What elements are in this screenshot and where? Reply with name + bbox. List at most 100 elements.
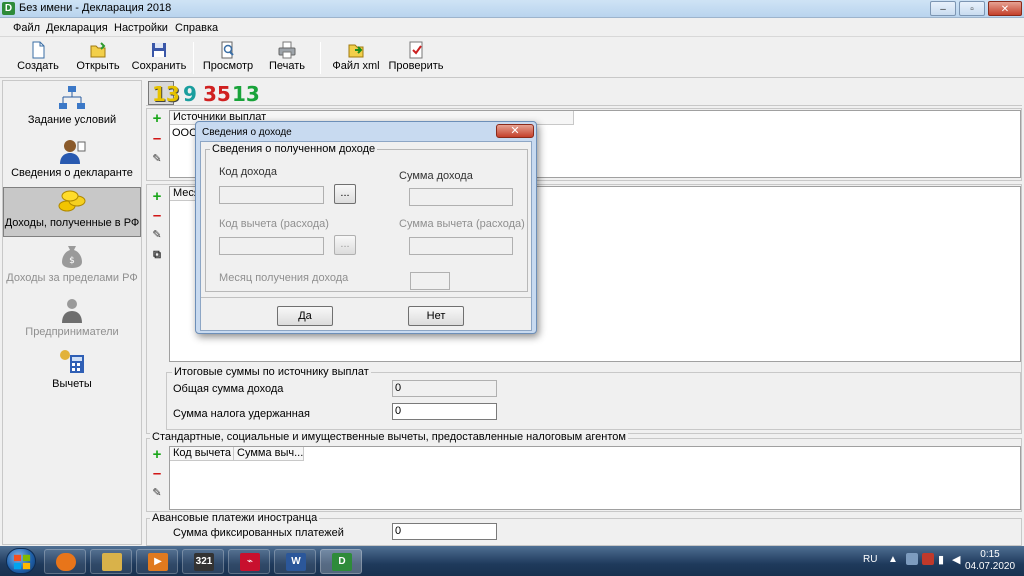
dialog-cancel-button[interactable]: Нет: [408, 306, 464, 326]
preview-icon: [221, 41, 234, 59]
calculator-icon: [60, 350, 84, 373]
toolbar-separator: [193, 42, 194, 74]
firefox-icon: [56, 553, 76, 571]
money-bag-icon: $: [62, 246, 82, 268]
tray-alert-icon[interactable]: [922, 553, 934, 565]
tax-withheld-label: Сумма налога удержанная: [173, 408, 310, 420]
rate-tab-13-second[interactable]: 13: [232, 82, 260, 106]
open-folder-icon: [90, 42, 106, 58]
edit-source-icon[interactable]: ✎: [150, 152, 164, 166]
month-field: [410, 272, 450, 290]
income-code-field[interactable]: [219, 186, 324, 204]
income-sum-field[interactable]: [409, 188, 513, 206]
taskbar-pdf[interactable]: ⌁: [228, 549, 270, 574]
menu-help[interactable]: Справка: [175, 22, 218, 34]
add-source-icon[interactable]: +: [150, 111, 164, 126]
file-explorer-icon: [102, 553, 122, 571]
rate-tab-13[interactable]: 13: [148, 81, 180, 106]
menu-settings[interactable]: Настройки: [114, 22, 168, 34]
save-button[interactable]: Сохранить: [131, 41, 187, 72]
taskbar-declaration[interactable]: D: [320, 549, 362, 574]
calendar-icon: 321: [194, 553, 214, 571]
nav-deductions[interactable]: Вычеты: [3, 349, 141, 397]
rate-tab-35[interactable]: 35: [203, 82, 231, 106]
fixed-payments-input[interactable]: 0: [392, 523, 497, 540]
rate-13-text: 13: [152, 82, 180, 106]
dialog-ok-button[interactable]: Да: [277, 306, 333, 326]
start-button[interactable]: [6, 548, 36, 574]
remove-month-icon[interactable]: –: [150, 208, 164, 223]
nav-declarant[interactable]: Сведения о декларанте: [3, 138, 141, 184]
create-button[interactable]: Создать: [17, 41, 59, 72]
pdf-reader-icon: ⌁: [240, 553, 260, 571]
taskbar-word[interactable]: W: [274, 549, 316, 574]
edit-month-icon[interactable]: ✎: [150, 228, 164, 242]
deduction-code-browse-button: ...: [334, 235, 356, 255]
window-title: Без имени - Декларация 2018: [19, 2, 172, 14]
declaration-app-icon: D: [332, 553, 352, 571]
taskbar-time[interactable]: 0:15: [966, 549, 1014, 560]
month-label: Месяц получения дохода: [219, 272, 349, 284]
tax-rate-tabs: 13 9 35 13: [146, 80, 1022, 106]
deduction-code-header[interactable]: Код вычета: [170, 447, 234, 461]
dialog-title: Сведения о доходе: [202, 127, 292, 138]
tray-network-icon[interactable]: [906, 553, 918, 565]
rate-tab-9[interactable]: 9: [183, 82, 197, 106]
remove-deduction-icon[interactable]: –: [150, 466, 164, 481]
menu-file[interactable]: Файл: [13, 22, 40, 34]
export-xml-icon: [348, 44, 364, 58]
deduction-sum-header[interactable]: Сумма выч...: [234, 447, 304, 461]
fixed-payments-label: Сумма фиксированных платежей: [173, 527, 344, 539]
source-row-value[interactable]: ООО: [172, 127, 198, 139]
network-icon: [59, 86, 85, 109]
left-navigation: Задание условий Сведения о декларанте До…: [2, 80, 142, 545]
dialog-group-title: Сведения о полученном доходе: [210, 143, 378, 155]
svg-text:$: $: [69, 256, 75, 266]
maximize-button[interactable]: ▫: [959, 1, 985, 16]
nav-entrepreneurs[interactable]: Предприниматели: [3, 297, 141, 345]
user-icon: [60, 140, 86, 164]
tray-signal-icon[interactable]: ▮: [938, 553, 944, 566]
taskbar-date[interactable]: 04.07.2020: [962, 561, 1018, 572]
nav-conditions-label: Задание условий: [27, 114, 117, 126]
dialog-close-button[interactable]: ✕: [496, 124, 534, 138]
windows-logo-icon: [13, 554, 31, 570]
income-code-browse-button[interactable]: ...: [334, 184, 356, 204]
language-indicator[interactable]: RU: [863, 554, 877, 565]
check-icon: [409, 41, 423, 59]
close-window-button[interactable]: ✕: [988, 1, 1022, 16]
tray-expand-icon[interactable]: ▲: [888, 554, 898, 565]
check-label: Проверить: [388, 60, 444, 72]
taskbar-calendar[interactable]: 321: [182, 549, 224, 574]
add-deduction-icon[interactable]: +: [150, 447, 164, 462]
nav-income-rf-label: Доходы, полученные в РФ: [4, 217, 140, 229]
coins-icon: [58, 190, 86, 212]
copy-month-icon[interactable]: ⧉: [150, 248, 164, 262]
nav-deductions-label: Вычеты: [52, 378, 92, 390]
nav-income-abroad[interactable]: $ Доходы за пределами РФ: [3, 243, 141, 291]
minimize-button[interactable]: –: [930, 1, 956, 16]
nav-income-rf[interactable]: Доходы, полученные в РФ: [3, 187, 141, 237]
tax-withheld-input[interactable]: 0: [392, 403, 497, 420]
deductions-table[interactable]: Код вычета Сумма выч...: [169, 446, 1021, 510]
add-month-icon[interactable]: +: [150, 189, 164, 204]
taskbar-explorer[interactable]: [90, 549, 132, 574]
dialog-divider: [201, 297, 531, 298]
toolbar: Создать Открыть Сохранить Просмотр Печат…: [0, 38, 1024, 78]
total-income-label: Общая сумма дохода: [173, 383, 284, 395]
deduction-code-field: [219, 237, 324, 255]
open-button[interactable]: Открыть: [76, 41, 120, 72]
print-button[interactable]: Печать: [266, 41, 308, 72]
nav-conditions[interactable]: Задание условий: [3, 85, 141, 137]
taskbar-firefox[interactable]: [44, 549, 86, 574]
remove-source-icon[interactable]: –: [150, 131, 164, 146]
export-xml-button[interactable]: Файл xml: [332, 41, 380, 72]
preview-button[interactable]: Просмотр: [201, 41, 255, 72]
taskbar-media[interactable]: ▶: [136, 549, 178, 574]
app-icon: D: [2, 2, 15, 15]
menu-declaration[interactable]: Декларация: [46, 22, 108, 34]
edit-deduction-icon[interactable]: ✎: [150, 486, 164, 500]
check-button[interactable]: Проверить: [387, 41, 445, 72]
tray-volume-icon[interactable]: ◀: [952, 553, 960, 566]
create-label: Создать: [17, 60, 59, 72]
